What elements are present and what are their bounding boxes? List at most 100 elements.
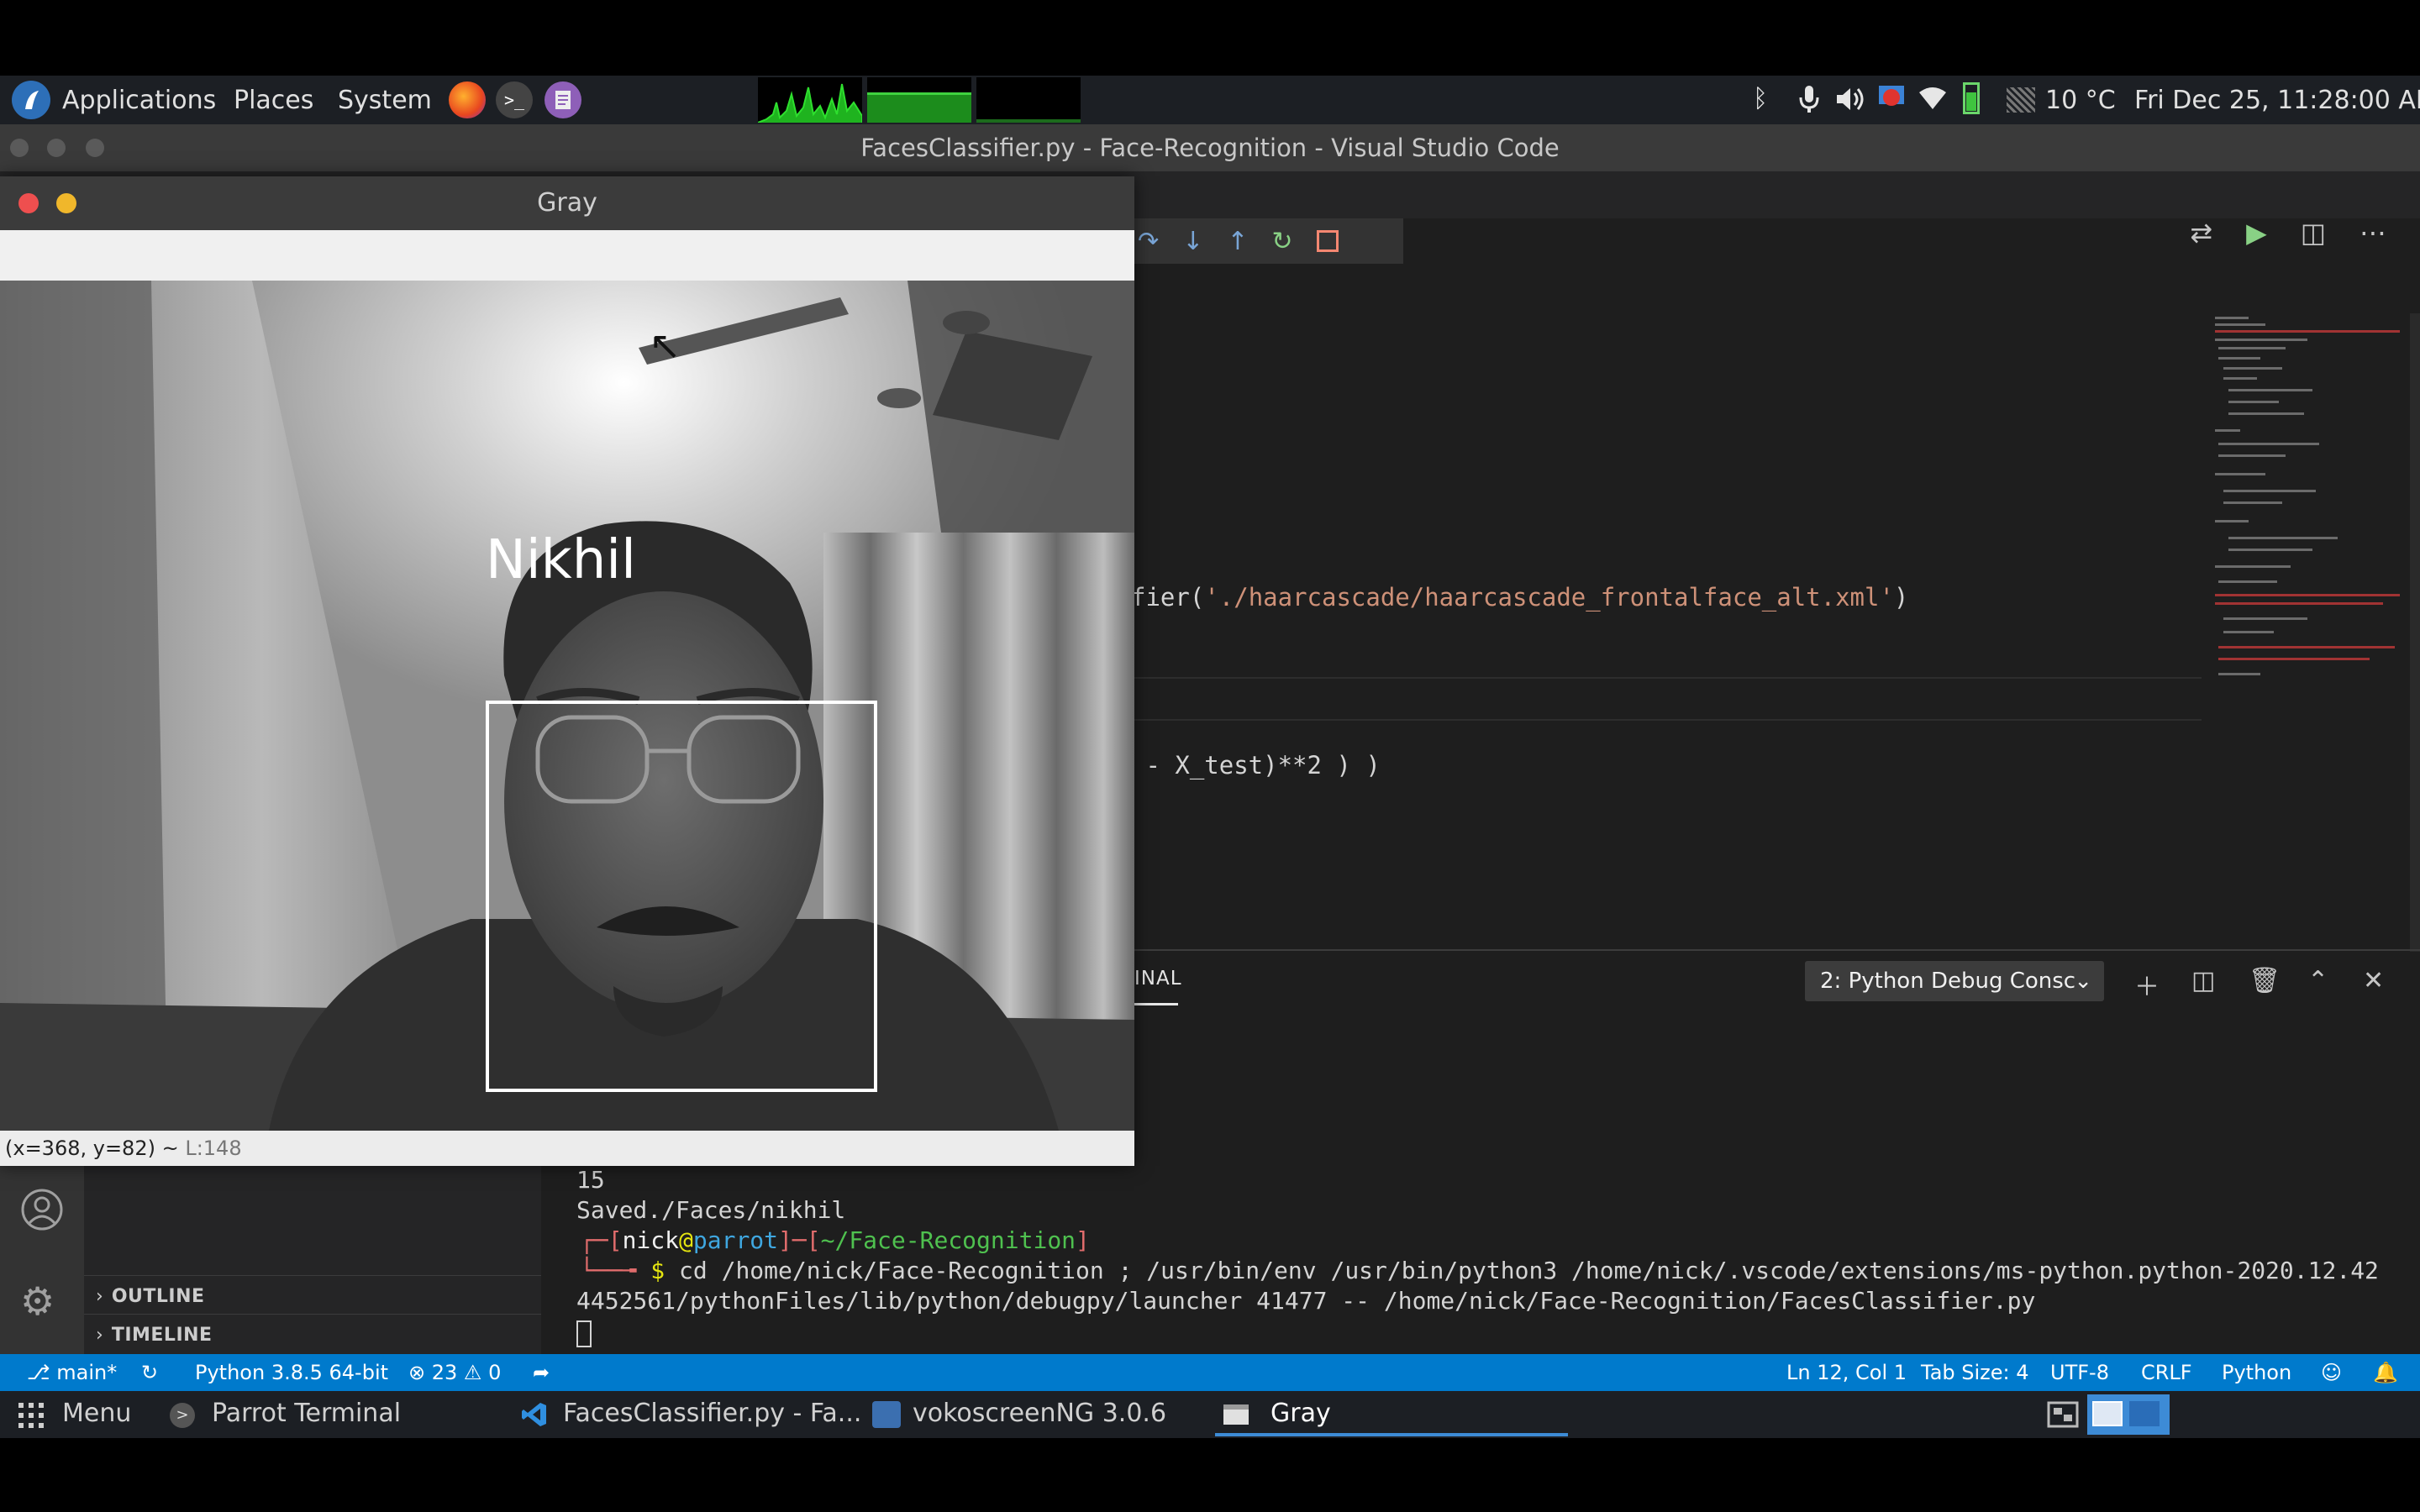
chevron-down-icon: ⌄ <box>2074 969 2092 994</box>
terminal-icon[interactable]: >_ <box>496 81 533 118</box>
parrot-terminal-icon: > <box>170 1403 195 1428</box>
restart-icon[interactable]: ↻ <box>1271 227 1292 256</box>
divider <box>84 1314 541 1315</box>
places-menu[interactable]: Places <box>234 86 313 115</box>
editor-actions: ⇄ ▶ ◫ ⋯ <box>2190 217 2386 249</box>
feedback-icon[interactable]: ☺ <box>2321 1361 2342 1384</box>
pixel-coords: (x=368, y=82) ~ <box>5 1137 186 1160</box>
status-bar: ⎇ main* ↻ Python 3.8.5 64-bit ⊗ 23 ⚠ 0 ➦… <box>0 1354 2420 1391</box>
face-bounding-box <box>486 701 877 1092</box>
new-terminal-icon[interactable]: ＋ <box>2134 966 2160 1003</box>
terminal-cursor <box>576 1320 592 1347</box>
text-editor-icon[interactable] <box>544 81 581 118</box>
tab-size[interactable]: Tab Size: 4 <box>1921 1361 2029 1384</box>
split-terminal-icon[interactable]: ◫ <box>2191 966 2215 995</box>
battery-icon[interactable] <box>1963 82 1980 114</box>
current-line-highlight <box>1134 719 2202 721</box>
notifications-bell-icon[interactable]: 🔔 <box>2373 1361 2398 1384</box>
live-share-icon[interactable]: ➦ <box>533 1361 550 1384</box>
terminal-command-wrap: 4452561/pythonFiles/lib/python/debugpy/l… <box>576 1287 2036 1315</box>
system-menu[interactable]: System <box>338 86 432 115</box>
vokoscreen-icon <box>872 1401 901 1428</box>
workspace-switcher-icon[interactable] <box>2047 1399 2081 1430</box>
mouse-pointer-icon: ↖ <box>649 323 681 368</box>
split-editor-icon[interactable]: ◫ <box>2301 217 2326 249</box>
weather-icon <box>2007 87 2035 113</box>
wifi-icon[interactable] <box>1918 86 1948 114</box>
outline-label: OUTLINE <box>111 1285 205 1307</box>
current-line-highlight <box>1134 677 2202 679</box>
more-actions-icon[interactable]: ⋯ <box>2360 217 2386 249</box>
firefox-icon[interactable] <box>449 81 486 118</box>
accounts-icon[interactable] <box>20 1188 64 1235</box>
python-interpreter[interactable]: Python 3.8.5 64-bit <box>195 1361 388 1384</box>
volume-icon[interactable] <box>1835 86 1865 116</box>
prompt-at: @ <box>679 1226 693 1254</box>
panel-border <box>1134 949 2420 951</box>
taskbar-item-parrot-terminal[interactable]: Parrot Terminal <box>212 1399 401 1428</box>
taskbar: Menu > Parrot Terminal FacesClassifier.p… <box>0 1391 2420 1438</box>
code-line-distance[interactable]: - X_test)**2 ) ) <box>1131 751 1380 780</box>
taskbar-menu[interactable]: Menu <box>62 1399 131 1428</box>
step-into-icon[interactable]: ↓ <box>1182 227 1203 256</box>
gray-toolbar <box>0 230 1134 281</box>
warning-count: 0 <box>488 1361 502 1384</box>
maximize-panel-icon[interactable]: ⌃ <box>2307 966 2328 995</box>
pixel-level: L:148 <box>185 1137 242 1160</box>
error-icon: ⊗ <box>408 1361 432 1384</box>
window-icon <box>1223 1404 1249 1425</box>
code-line-cascade[interactable]: fier('./haarcascade/haarcascade_frontalf… <box>1131 583 1908 612</box>
taskbar-item-gray[interactable]: Gray <box>1270 1399 1331 1428</box>
terminal-prompt: ┌─[nick@parrot]─[~/Face-Recognition] <box>580 1226 1090 1254</box>
outline-section-header[interactable]: › OUTLINE <box>96 1278 533 1314</box>
run-icon[interactable]: ▶ <box>2246 217 2267 249</box>
encoding[interactable]: UTF-8 <box>2050 1361 2109 1384</box>
cursor-position[interactable]: Ln 12, Col 1 <box>1786 1361 1907 1384</box>
screen-recorder-icon[interactable] <box>1876 84 1907 114</box>
timeline-section-header[interactable]: › TIMELINE <box>96 1317 533 1352</box>
bluetooth-icon[interactable]: ᛒ <box>1753 84 1768 113</box>
divider <box>84 1275 541 1276</box>
step-out-icon[interactable]: ↑ <box>1227 227 1248 256</box>
parrot-logo-icon[interactable] <box>12 81 50 119</box>
prompt-user: nick <box>622 1226 680 1254</box>
prompt-dir: ~/Face-Recognition <box>820 1226 1076 1254</box>
terminal-select-dropdown[interactable]: 2: Python Debug Consc ⌄ <box>1805 961 2104 1001</box>
clock[interactable]: Fri Dec 25, 11:28:00 AM <box>2134 86 2420 115</box>
apps-grid-icon[interactable] <box>18 1403 44 1428</box>
taskbar-item-vscode[interactable]: FacesClassifier.py - Fa... <box>563 1399 861 1428</box>
minimap[interactable] <box>2210 313 2403 834</box>
end-of-line[interactable]: CRLF <box>2141 1361 2192 1384</box>
chevron-right-icon: › <box>96 1285 103 1307</box>
code-string-token: './haarcascade/haarcascade_frontalface_a… <box>1204 583 1894 612</box>
command-text: cd /home/nick/Face-Recognition ; /usr/bi… <box>665 1257 2379 1284</box>
source-control-compare-icon[interactable]: ⇄ <box>2190 217 2212 249</box>
terminal-output-line: Saved./Faces/nikhil <box>576 1196 846 1224</box>
terminal-command: └──╼ $ cd /home/nick/Face-Recognition ; … <box>580 1257 2379 1284</box>
applications-menu[interactable]: Applications <box>62 86 216 115</box>
vscode-window-title: FacesClassifier.py - Face-Recognition - … <box>860 134 1560 162</box>
debug-toolbar: ↷ ↓ ↑ ↻ <box>1118 218 1403 264</box>
kill-terminal-icon[interactable]: 🗑 <box>2249 966 2281 995</box>
vscode-icon <box>521 1401 548 1431</box>
manage-gear-icon[interactable]: ⚙ <box>20 1278 55 1324</box>
language-mode[interactable]: Python <box>2222 1361 2291 1384</box>
problems-status[interactable]: ⊗ 23 ⚠ 0 <box>408 1361 501 1384</box>
sync-icon[interactable]: ↻ <box>141 1361 158 1384</box>
error-count: 23 <box>431 1361 458 1384</box>
branch-status[interactable]: ⎇ main* <box>27 1361 117 1384</box>
taskbar-item-vokoscreen[interactable]: vokoscreenNG 3.0.6 <box>913 1399 1166 1428</box>
code-token: ) <box>1893 583 1909 612</box>
temperature-readout[interactable]: 10 °C <box>2045 86 2116 115</box>
warning-icon: ⚠ <box>457 1361 489 1384</box>
tab-terminal[interactable]: INAL <box>1134 968 1182 990</box>
stop-icon[interactable] <box>1316 230 1339 252</box>
memory-monitor-graph <box>867 77 971 123</box>
editor-scrollbar[interactable] <box>2410 313 2420 952</box>
cpu-monitor-graph <box>757 77 863 123</box>
close-panel-icon[interactable]: ✕ <box>2363 966 2384 995</box>
step-over-icon[interactable]: ↷ <box>1138 227 1159 256</box>
workspace-indicator[interactable] <box>2087 1394 2170 1435</box>
microphone-icon[interactable] <box>1798 84 1820 118</box>
terminal-select-label: 2: Python Debug Consc <box>1820 969 2076 994</box>
